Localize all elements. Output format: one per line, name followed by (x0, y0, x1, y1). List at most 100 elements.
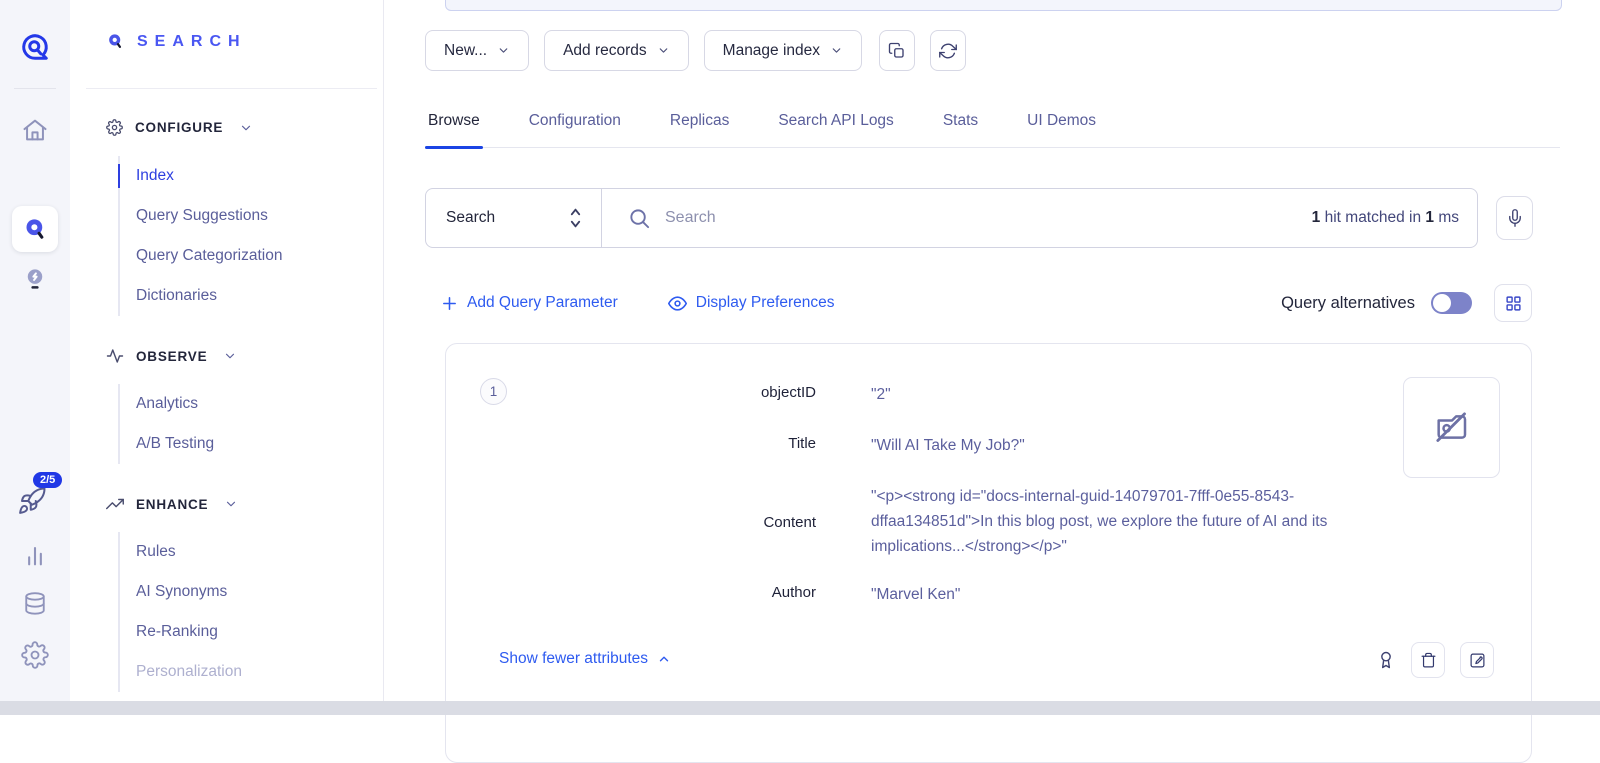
chevron-down-icon (224, 497, 238, 511)
toggle-knob (1433, 294, 1451, 312)
index-selector-partial[interactable] (445, 0, 1562, 11)
rocket-progress-badge: 2/5 (33, 472, 62, 488)
analytics-chart-icon[interactable] (21, 541, 49, 569)
manage-index-button[interactable]: Manage index (704, 30, 862, 71)
voice-search-button[interactable] (1496, 196, 1533, 240)
edit-record-button[interactable] (1460, 642, 1494, 678)
search-box: Search 1 hit matched in 1 ms (425, 188, 1478, 248)
attribute-value: "Marvel Ken" (871, 582, 1411, 607)
display-preferences-label: Display Preferences (696, 294, 835, 312)
search-stats: 1 hit matched in 1 ms (1312, 209, 1459, 227)
chevron-down-icon (223, 349, 237, 363)
attribute-row: Content "<p><strong id="docs-internal-gu… (446, 484, 1456, 559)
sidebar-item-analytics[interactable]: Analytics (120, 384, 214, 424)
algolia-logo[interactable] (20, 32, 50, 62)
sidebar-item-rules[interactable]: Rules (120, 532, 242, 572)
section-observe[interactable]: OBSERVE (106, 347, 237, 365)
attribute-row: Title "Will AI Take My Job?" (446, 433, 1456, 458)
plus-icon (441, 295, 458, 312)
attribute-name: Author (446, 582, 816, 601)
layout-grid-button[interactable] (1494, 284, 1532, 322)
sidebar-item-ai-synonyms[interactable]: AI Synonyms (120, 572, 242, 612)
search-mode-value: Search (446, 209, 495, 227)
refresh-button[interactable] (930, 30, 966, 71)
search-input[interactable] (665, 209, 1298, 227)
refresh-icon (939, 42, 957, 60)
record-attributes: objectID "2" Title "Will AI Take My Job?… (446, 374, 1456, 607)
tab-replicas[interactable]: Replicas (667, 104, 732, 147)
select-updown-icon (568, 205, 583, 231)
chevron-down-icon (830, 44, 843, 57)
sidebar-item-query-suggestions[interactable]: Query Suggestions (120, 196, 282, 236)
settings-gear-icon[interactable] (21, 641, 49, 669)
attribute-row: Author "Marvel Ken" (446, 582, 1456, 607)
search-mode-select[interactable]: Search (426, 189, 602, 247)
section-enhance[interactable]: ENHANCE (106, 495, 238, 513)
attribute-name: objectID (446, 382, 816, 401)
trash-icon (1420, 652, 1437, 669)
product-title: SEARCH (137, 33, 247, 51)
tab-configuration[interactable]: Configuration (526, 104, 624, 147)
tab-stats[interactable]: Stats (940, 104, 981, 147)
observe-menu: Analytics A/B Testing (118, 384, 214, 464)
search-icon (628, 207, 651, 230)
record-card: 1 objectID "2" Title "Will AI Take My Jo… (445, 343, 1532, 763)
main-content: New... Add records Manage index (384, 0, 1600, 715)
database-icon[interactable] (21, 590, 49, 618)
nav-divider (86, 88, 377, 89)
product-header: SEARCH (106, 32, 247, 51)
section-configure[interactable]: CONFIGURE (106, 119, 253, 136)
pin-award-icon[interactable] (1376, 650, 1396, 670)
search-product-icon[interactable] (12, 206, 58, 252)
camera-off-icon (1432, 408, 1472, 448)
new-button-label: New... (444, 42, 487, 60)
attribute-name: Content (446, 512, 816, 531)
query-alternatives-label: Query alternatives (1281, 294, 1415, 313)
add-records-button[interactable]: Add records (544, 30, 689, 71)
section-enhance-label: ENHANCE (136, 497, 208, 512)
search-input-wrap: 1 hit matched in 1 ms (602, 189, 1477, 247)
show-fewer-label: Show fewer attributes (499, 650, 648, 668)
copy-index-button[interactable] (879, 30, 915, 71)
rail-divider (14, 88, 56, 89)
sidebar-item-ab-testing[interactable]: A/B Testing (120, 424, 214, 464)
configure-menu: Index Query Suggestions Query Categoriza… (118, 156, 282, 316)
display-preferences-link[interactable]: Display Preferences (668, 294, 835, 313)
query-options-right: Query alternatives (1281, 284, 1532, 322)
attribute-name: Title (446, 433, 816, 452)
record-actions (1376, 642, 1494, 678)
sidebar-item-re-ranking[interactable]: Re-Ranking (120, 612, 242, 652)
enhance-trending-icon (106, 495, 124, 513)
sidebar-item-personalization[interactable]: Personalization (120, 652, 242, 692)
index-tabs: Browse Configuration Replicas Search API… (425, 104, 1560, 148)
sidebar-item-query-categorization[interactable]: Query Categorization (120, 236, 282, 276)
chevron-up-icon (657, 652, 671, 666)
index-toolbar: New... Add records Manage index (425, 30, 966, 71)
tab-browse[interactable]: Browse (425, 104, 483, 147)
query-alternatives-toggle[interactable] (1431, 292, 1472, 314)
app-icon-rail: 2/5 (0, 0, 70, 715)
bottom-window-edge (0, 701, 1600, 715)
add-query-parameter-label: Add Query Parameter (467, 294, 618, 312)
tab-ui-demos[interactable]: UI Demos (1024, 104, 1099, 147)
section-configure-label: CONFIGURE (135, 120, 223, 135)
attribute-value: "<p><strong id="docs-internal-guid-14079… (871, 484, 1411, 559)
eye-icon (668, 294, 687, 313)
rocket-icon[interactable] (17, 486, 47, 516)
record-image-placeholder[interactable] (1403, 377, 1500, 478)
add-query-parameter-link[interactable]: Add Query Parameter (441, 294, 618, 312)
chevron-down-icon (497, 44, 510, 57)
home-icon[interactable] (21, 116, 49, 144)
delete-record-button[interactable] (1411, 642, 1445, 678)
chevron-down-icon (239, 121, 253, 135)
new-button[interactable]: New... (425, 30, 529, 71)
enhance-menu: Rules AI Synonyms Re-Ranking Personaliza… (118, 532, 242, 692)
show-fewer-attributes-link[interactable]: Show fewer attributes (499, 650, 671, 668)
tab-search-api-logs[interactable]: Search API Logs (775, 104, 896, 147)
query-options-row: Add Query Parameter Display Preferences … (441, 284, 1532, 322)
sidebar-item-index[interactable]: Index (120, 156, 282, 196)
recommend-bulb-icon[interactable] (21, 265, 49, 293)
sidebar-item-dictionaries[interactable]: Dictionaries (120, 276, 282, 316)
edit-icon (1469, 652, 1486, 669)
copy-icon (888, 42, 906, 60)
